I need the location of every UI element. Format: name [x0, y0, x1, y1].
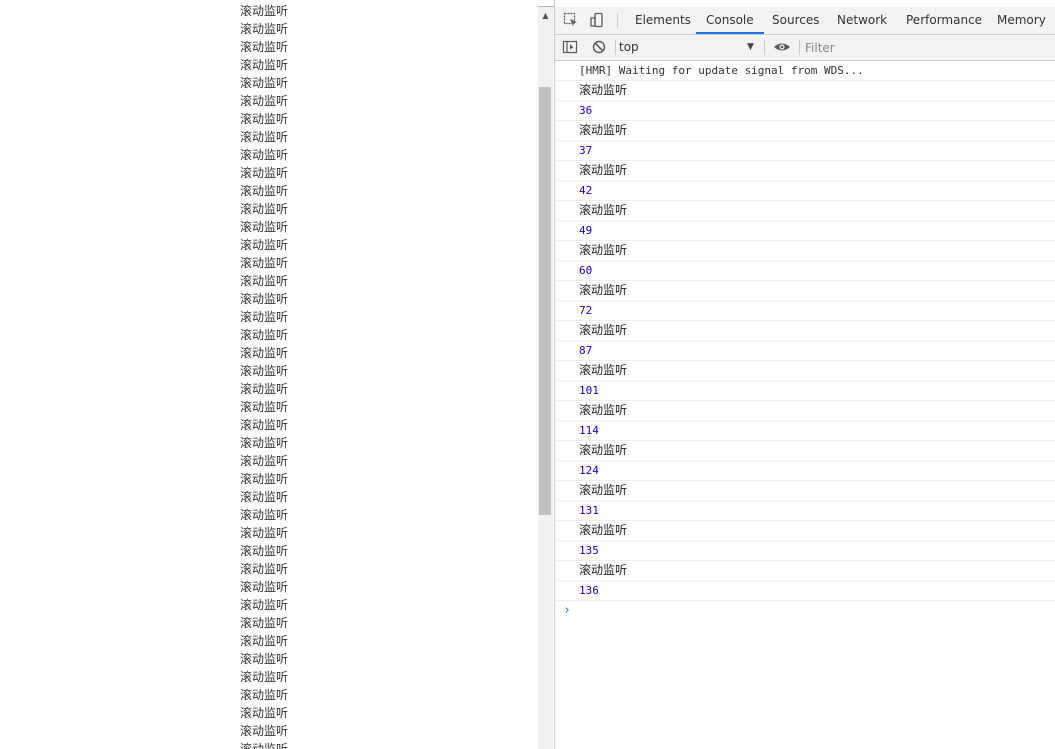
- list-item: 滚动监听: [240, 544, 289, 558]
- console-log-message: [HMR] Waiting for update signal from WDS…: [555, 61, 1055, 81]
- toolbar-separator: [615, 40, 616, 55]
- console-number-message: 87: [555, 341, 1055, 361]
- page-scrollbar[interactable]: ▲: [538, 7, 553, 749]
- list-item: 滚动监听: [240, 670, 289, 684]
- console-number-message: 37: [555, 141, 1055, 161]
- list-item: 滚动监听: [240, 472, 289, 486]
- list-item: 滚动监听: [240, 706, 289, 720]
- list-item: 滚动监听: [240, 490, 289, 504]
- list-item: 滚动监听: [240, 418, 289, 432]
- list-item: 滚动监听: [240, 580, 289, 594]
- console-number-message: 36: [555, 101, 1055, 121]
- tab-console[interactable]: Console: [696, 7, 764, 34]
- console-number-message: 49: [555, 221, 1055, 241]
- active-tab-indicator: [696, 32, 764, 34]
- list-item: 滚动监听: [240, 346, 289, 360]
- list-item: 滚动监听: [240, 4, 289, 18]
- console-number-message: 72: [555, 301, 1055, 321]
- console-output[interactable]: [HMR] Waiting for update signal from WDS…: [555, 61, 1055, 749]
- execution-context-select[interactable]: top: [619, 38, 759, 56]
- tab-elements[interactable]: Elements: [635, 7, 691, 34]
- list-item: 滚动监听: [240, 238, 289, 252]
- show-sidebar-icon[interactable]: [561, 38, 579, 56]
- devtools-panel: Elements Console Sources Network Perform…: [555, 0, 1055, 749]
- list-item: 滚动监听: [240, 454, 289, 468]
- device-toolbar-icon[interactable]: [588, 11, 606, 29]
- list-item: 滚动监听: [240, 742, 289, 749]
- console-log-message: 滚动监听: [555, 201, 1055, 221]
- list-item: 滚动监听: [240, 112, 289, 126]
- console-log-message: 滚动监听: [555, 241, 1055, 261]
- console-log-message: 滚动监听: [555, 521, 1055, 541]
- console-number-message: 124: [555, 461, 1055, 481]
- list-item: 滚动监听: [240, 724, 289, 738]
- tab-memory[interactable]: Memory: [997, 7, 1046, 34]
- list-item: 滚动监听: [240, 148, 289, 162]
- list-item: 滚动监听: [240, 310, 289, 324]
- console-log-message: 滚动监听: [555, 121, 1055, 141]
- tab-network[interactable]: Network: [837, 7, 887, 34]
- console-log-message: 滚动监听: [555, 81, 1055, 101]
- list-item: 滚动监听: [240, 562, 289, 576]
- list-item: 滚动监听: [240, 616, 289, 630]
- clear-console-icon[interactable]: [590, 38, 608, 56]
- list-item: 滚动监听: [240, 292, 289, 306]
- eye-icon[interactable]: [773, 38, 791, 56]
- list-item: 滚动监听: [240, 382, 289, 396]
- console-prompt[interactable]: ›: [555, 601, 1055, 621]
- toolbar-separator: [799, 40, 800, 55]
- console-log-message: 滚动监听: [555, 281, 1055, 301]
- console-log-message: 滚动监听: [555, 161, 1055, 181]
- console-log-message: 滚动监听: [555, 561, 1055, 581]
- list-item: 滚动监听: [240, 688, 289, 702]
- console-number-message: 42: [555, 181, 1055, 201]
- list-item: 滚动监听: [240, 634, 289, 648]
- tab-performance[interactable]: Performance: [906, 7, 982, 34]
- list-item: 滚动监听: [240, 526, 289, 540]
- console-number-message: 131: [555, 501, 1055, 521]
- list-item: 滚动监听: [240, 400, 289, 414]
- list-item: 滚动监听: [240, 202, 289, 216]
- tabbar-separator: [617, 13, 618, 28]
- list-item: 滚动监听: [240, 76, 289, 90]
- page-list: 滚动监听 滚动监听 滚动监听 滚动监听 滚动监听 滚动监听 滚动监听 滚动监听 滚动监听 滚动监听…: [240, 2, 288, 749]
- console-log-message: 滚动监听: [555, 361, 1055, 381]
- list-item: 滚动监听: [240, 436, 289, 450]
- tab-console-label: Console: [706, 13, 754, 27]
- page-viewport[interactable]: 滚动监听 滚动监听 滚动监听 滚动监听 滚动监听 滚动监听 滚动监听 滚动监听 滚动监听 滚动监听…: [0, 0, 538, 749]
- list-item: 滚动监听: [240, 130, 289, 144]
- tab-sources[interactable]: Sources: [772, 7, 819, 34]
- scrollbar-thumb[interactable]: [539, 87, 551, 515]
- list-item: 滚动监听: [240, 184, 289, 198]
- console-number-message: 114: [555, 421, 1055, 441]
- chevron-down-icon[interactable]: ▼: [747, 38, 754, 56]
- console-number-message: 135: [555, 541, 1055, 561]
- list-item: 滚动监听: [240, 220, 289, 234]
- list-item: 滚动监听: [240, 328, 289, 342]
- list-item: 滚动监听: [240, 508, 289, 522]
- list-item: 滚动监听: [240, 40, 289, 54]
- list-item: 滚动监听: [240, 652, 289, 666]
- console-log-message: 滚动监听: [555, 401, 1055, 421]
- console-number-message: 101: [555, 381, 1055, 401]
- list-item: 滚动监听: [240, 364, 289, 378]
- console-number-message: 136: [555, 581, 1055, 601]
- console-number-message: 60: [555, 261, 1055, 281]
- scroll-up-arrow-icon[interactable]: ▲: [538, 7, 553, 23]
- toolbar-separator: [764, 40, 765, 55]
- console-filter-input[interactable]: [805, 39, 1045, 56]
- list-item: 滚动监听: [240, 166, 289, 180]
- inspect-element-icon[interactable]: [562, 11, 580, 29]
- console-toolbar: top ▼: [555, 35, 1055, 61]
- console-log-message: 滚动监听: [555, 481, 1055, 501]
- list-item: 滚动监听: [240, 22, 289, 36]
- console-log-message: 滚动监听: [555, 441, 1055, 461]
- list-item: 滚动监听: [240, 598, 289, 612]
- list-item: 滚动监听: [240, 94, 289, 108]
- list-item: 滚动监听: [240, 58, 289, 72]
- devtools-tabbar: Elements Console Sources Network Perform…: [555, 7, 1055, 35]
- list-item: 滚动监听: [240, 274, 289, 288]
- list-item: 滚动监听: [240, 256, 289, 270]
- console-log-message: 滚动监听: [555, 321, 1055, 341]
